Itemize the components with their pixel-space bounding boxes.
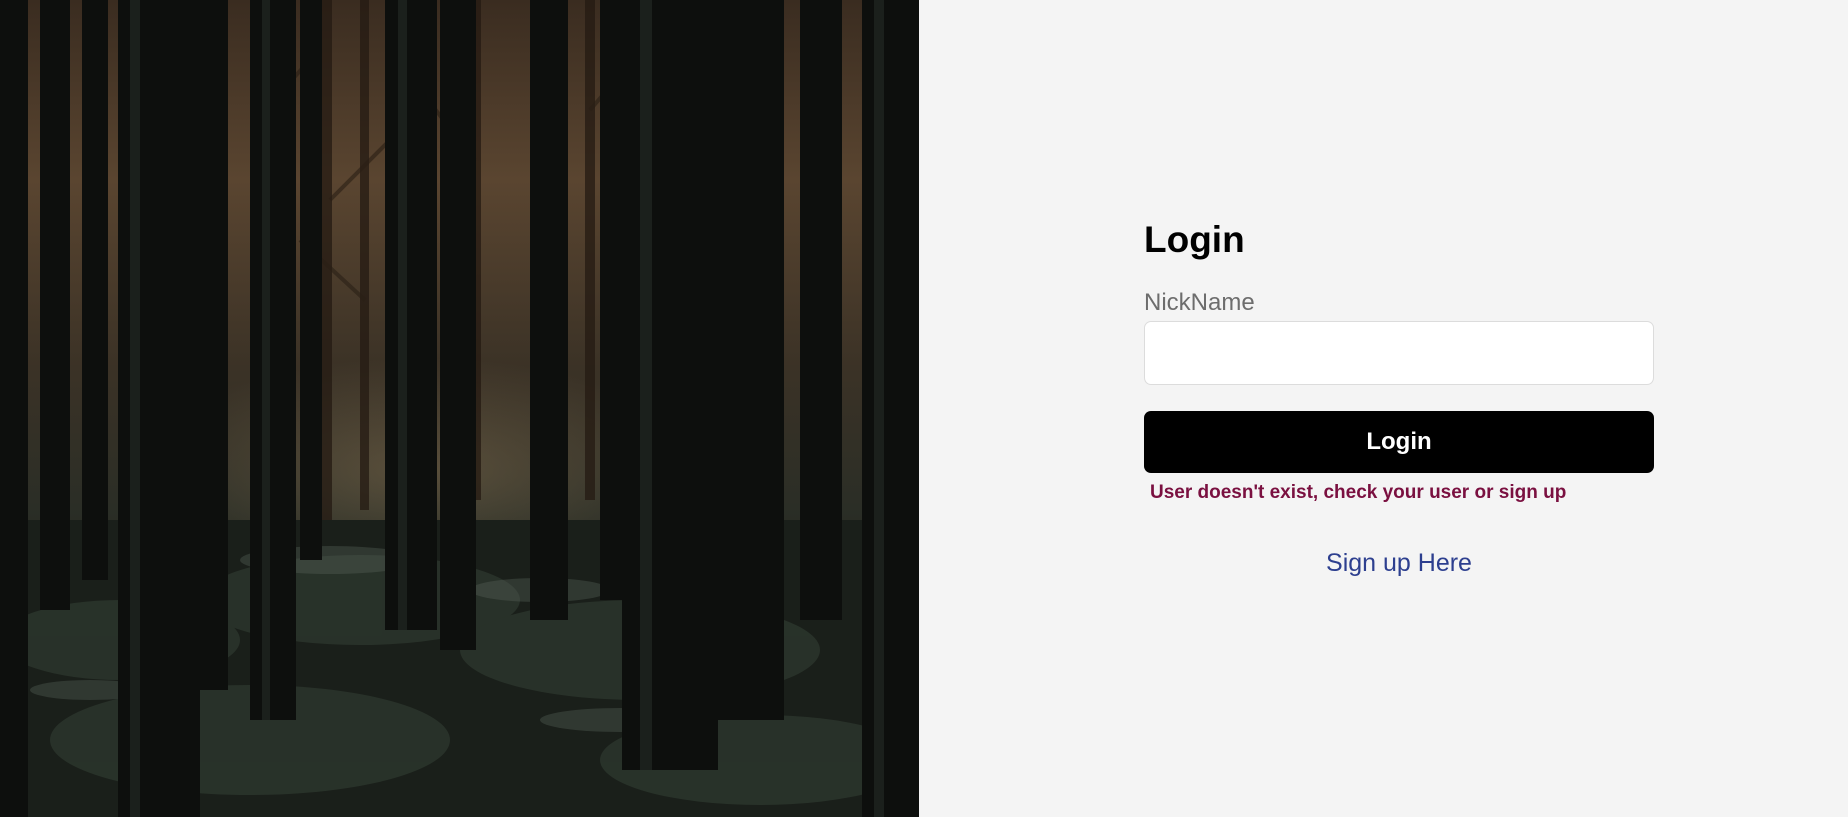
page-title: Login [1144, 219, 1245, 260]
login-panel: Login NickName Login User doesn't exist,… [919, 0, 1848, 817]
forest-illustration [0, 0, 919, 817]
error-message: User doesn't exist, check your user or s… [1150, 482, 1567, 503]
login-button[interactable]: Login [1144, 411, 1654, 473]
login-form: Login NickName Login User doesn't exist,… [1144, 214, 1654, 579]
forest-hero-image [0, 0, 919, 817]
nickname-input[interactable] [1144, 321, 1654, 385]
login-page: Login NickName Login User doesn't exist,… [0, 0, 1848, 817]
nickname-label: NickName [1144, 289, 1255, 316]
signup-link[interactable]: Sign up Here [1144, 547, 1654, 579]
